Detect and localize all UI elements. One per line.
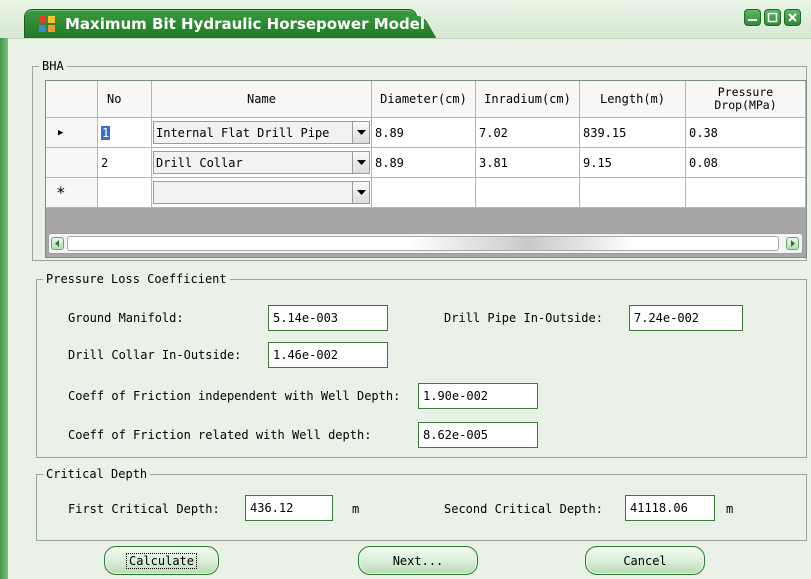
drill-collar-label: Drill Collar In-Outside: bbox=[68, 348, 242, 362]
current-row-marker: ▶ bbox=[58, 127, 64, 138]
dropdown-button[interactable] bbox=[352, 182, 369, 203]
row-header-current[interactable]: ▶ bbox=[46, 118, 98, 148]
name-combo-new[interactable] bbox=[153, 181, 370, 204]
ground-manifold-label: Ground Manifold: bbox=[68, 311, 184, 325]
drill-pipe-label: Drill Pipe In-Outside: bbox=[444, 311, 603, 325]
close-icon bbox=[788, 13, 797, 22]
cell-inradium-new[interactable] bbox=[476, 178, 580, 208]
close-button[interactable] bbox=[784, 9, 801, 26]
cell-name-2[interactable]: Drill Collar bbox=[152, 148, 372, 178]
cell-pressure-drop-1[interactable]: 0.38 bbox=[686, 118, 806, 148]
cell-pressure-drop-new[interactable] bbox=[686, 178, 806, 208]
bha-grid[interactable]: No Name Diameter(cm) Inradium(cm) Length… bbox=[45, 80, 807, 258]
drill-collar-field[interactable]: 1.46e-002 bbox=[268, 342, 388, 368]
cell-no-new[interactable] bbox=[98, 178, 152, 208]
chevron-down-icon bbox=[356, 159, 366, 165]
cell-pressure-drop-2[interactable]: 0.08 bbox=[686, 148, 806, 178]
cell-name-new[interactable] bbox=[152, 178, 372, 208]
col-header-name[interactable]: Name bbox=[152, 81, 372, 118]
second-critical-depth-field[interactable]: 41118.06 bbox=[625, 495, 715, 521]
cell-inradium-1[interactable]: 7.02 bbox=[476, 118, 580, 148]
critical-depth-legend: Critical Depth bbox=[43, 467, 151, 481]
col-header-inradium[interactable]: Inradium(cm) bbox=[476, 81, 580, 118]
title-bar: Maximum Bit Hydraulic Horsepower Model bbox=[0, 0, 811, 39]
name-combo-1[interactable]: Internal Flat Drill Pipe bbox=[153, 121, 370, 144]
scroll-right-button[interactable] bbox=[786, 237, 799, 250]
scrollbar-thumb[interactable] bbox=[67, 236, 779, 251]
title-tab: Maximum Bit Hydraulic Horsepower Model bbox=[24, 9, 425, 38]
calculate-button-label: Calculate bbox=[125, 552, 198, 569]
cell-length-2[interactable]: 9.15 bbox=[580, 148, 686, 178]
first-critical-depth-unit: m bbox=[352, 502, 360, 516]
drill-pipe-field[interactable]: 7.24e-002 bbox=[629, 305, 743, 331]
col-header-length[interactable]: Length(m) bbox=[580, 81, 686, 118]
coeff-related-field[interactable]: 8.62e-005 bbox=[418, 422, 538, 448]
app-icon bbox=[39, 16, 55, 32]
horizontal-scrollbar[interactable] bbox=[48, 233, 803, 254]
minimize-icon bbox=[748, 19, 757, 21]
next-button[interactable]: Next... bbox=[358, 546, 478, 575]
name-combo-2[interactable]: Drill Collar bbox=[153, 151, 370, 174]
name-combo-2-text: Drill Collar bbox=[156, 155, 243, 170]
dropdown-button[interactable] bbox=[352, 122, 369, 143]
grid-corner-header bbox=[46, 81, 98, 118]
coeff-indep-field[interactable]: 1.90e-002 bbox=[418, 383, 538, 409]
first-critical-depth-field[interactable]: 436.12 bbox=[245, 495, 333, 521]
calculate-button[interactable]: Calculate bbox=[104, 546, 219, 575]
cell-no-1[interactable]: 1 bbox=[98, 118, 152, 148]
first-critical-depth-label: First Critical Depth: bbox=[68, 502, 220, 516]
coeff-indep-label: Coeff of Friction independent with Well … bbox=[68, 389, 401, 403]
col-header-pressure-drop[interactable]: Pressure Drop(MPa) bbox=[686, 81, 806, 118]
arrow-left-icon bbox=[55, 240, 59, 247]
cell-diameter-new[interactable] bbox=[372, 178, 476, 208]
bha-legend: BHA bbox=[39, 59, 67, 73]
name-combo-1-text: Internal Flat Drill Pipe bbox=[156, 125, 330, 140]
chevron-down-icon bbox=[356, 129, 366, 135]
maximize-button[interactable] bbox=[764, 9, 781, 26]
col-header-diameter[interactable]: Diameter(cm) bbox=[372, 81, 476, 118]
coeff-related-label: Coeff of Friction related with Well dept… bbox=[68, 428, 372, 442]
cell-length-1[interactable]: 839.15 bbox=[580, 118, 686, 148]
cell-name-1[interactable]: Internal Flat Drill Pipe bbox=[152, 118, 372, 148]
cell-diameter-1[interactable]: 8.89 bbox=[372, 118, 476, 148]
ground-manifold-field[interactable]: 5.14e-003 bbox=[268, 305, 388, 331]
cancel-button[interactable]: Cancel bbox=[585, 546, 705, 575]
cell-no-2[interactable]: 2 bbox=[98, 148, 152, 178]
main-window: Maximum Bit Hydraulic Horsepower Model B… bbox=[0, 0, 811, 579]
cancel-button-label: Cancel bbox=[623, 553, 667, 568]
dropdown-button[interactable] bbox=[352, 152, 369, 173]
row-header-2[interactable] bbox=[46, 148, 98, 178]
arrow-right-icon bbox=[791, 240, 795, 247]
second-critical-depth-label: Second Critical Depth: bbox=[444, 502, 603, 516]
next-button-label: Next... bbox=[392, 553, 444, 568]
chevron-down-icon bbox=[356, 189, 366, 195]
maximize-icon bbox=[767, 12, 778, 23]
cell-diameter-2[interactable]: 8.89 bbox=[372, 148, 476, 178]
cell-inradium-2[interactable]: 3.81 bbox=[476, 148, 580, 178]
new-row-marker[interactable]: * bbox=[46, 178, 98, 208]
cell-length-new[interactable] bbox=[580, 178, 686, 208]
window-title: Maximum Bit Hydraulic Horsepower Model bbox=[65, 15, 425, 33]
second-critical-depth-unit: m bbox=[726, 502, 734, 516]
col-header-no[interactable]: No bbox=[98, 81, 152, 118]
window-left-border bbox=[0, 38, 8, 579]
pressure-loss-legend: Pressure Loss Coefficient bbox=[43, 272, 230, 286]
cell-no-1-text: 1 bbox=[101, 125, 111, 140]
minimize-button[interactable] bbox=[744, 9, 761, 26]
scroll-left-button[interactable] bbox=[51, 237, 64, 250]
